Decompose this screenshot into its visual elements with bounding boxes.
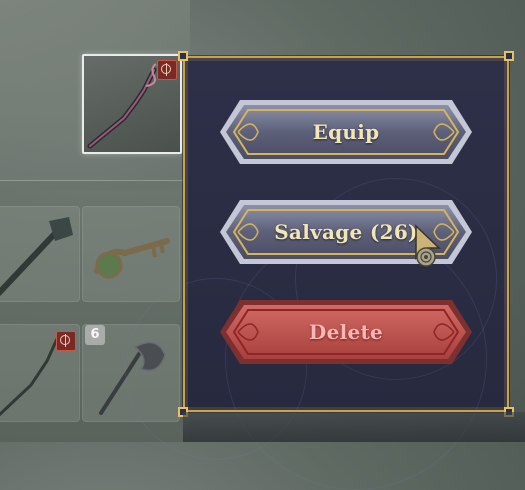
inventory-slot[interactable] <box>0 206 80 302</box>
inventory-divider <box>0 180 185 181</box>
equip-button[interactable]: Equip <box>218 96 474 168</box>
inventory-slot[interactable] <box>0 324 80 422</box>
item-count-badge: 6 <box>85 325 105 345</box>
club-icon <box>0 217 73 296</box>
inventory-slot[interactable] <box>82 206 180 302</box>
delete-button[interactable]: Delete <box>218 296 474 368</box>
bottom-hud-strip <box>183 412 525 442</box>
selected-item-slot[interactable] <box>82 54 182 154</box>
target-badge-icon <box>56 331 76 351</box>
delete-button-label: Delete <box>308 320 384 344</box>
target-badge-icon <box>157 60 177 80</box>
panel-corner-ornament <box>178 51 188 61</box>
panel-corner-ornament <box>504 51 514 61</box>
key-icon <box>94 238 170 279</box>
cursor-icon <box>415 224 441 267</box>
equip-button-label: Equip <box>312 120 380 144</box>
